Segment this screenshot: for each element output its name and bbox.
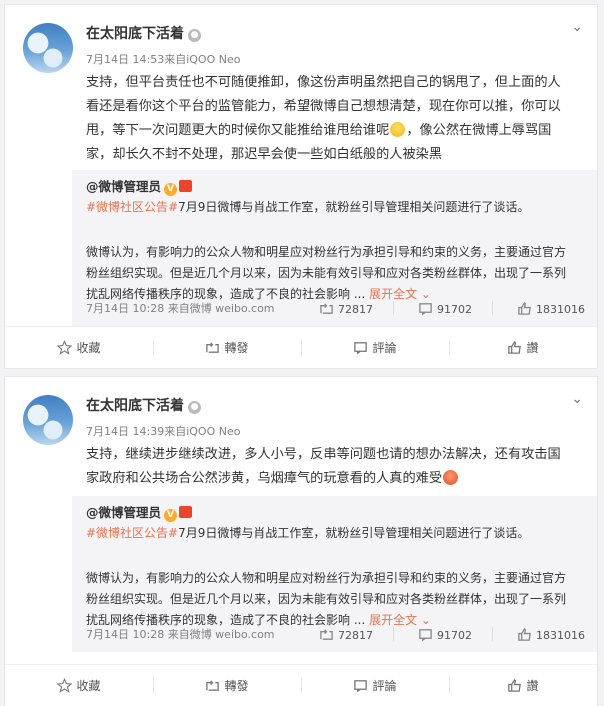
repost-count[interactable]: 72817 [319,627,373,642]
reposted-content[interactable]: @微博管理员 V #微博社区公告#7月9日微博与肖战工作室，就粉丝引导管理相关问题… [72,170,597,326]
chevron-down-icon[interactable]: ⌄ [571,19,583,35]
comment-icon [354,680,368,693]
thumbs-up-icon [518,627,531,641]
chevron-down-icon[interactable]: ⌄ [571,391,583,407]
repost-username[interactable]: @微博管理员 [86,179,161,194]
repost-count[interactable]: 72817 [319,301,373,316]
comment-icon [354,342,368,355]
post-time-source[interactable]: 7月14日 14:53来自iQOO Neo [86,51,240,67]
repost-body: 微博认为，有影响力的公众人物和明星应对粉丝行为承担引导和约束的义务，主要通过官方… [86,571,567,627]
share-icon [320,629,333,640]
smile-emoji-icon [390,122,406,137]
post-text: 支持，继续进步继续改进，多人小号，反串等问题也请的想办法解决，还有攻击国家政府和… [86,447,561,486]
topic-tag[interactable]: #微博社区公告# [86,200,178,214]
weibo-post: 在太阳底下活着 ● 7月14日 14:39来自iQOO Neo ⌄ 支持，继续进步… [4,376,598,706]
expand-full-text-link[interactable]: 展开全文 ⌄ [369,613,431,627]
like-count[interactable]: 1831016 [517,627,585,642]
post-actions: 收藏 轉發 評論 讚 [5,326,597,368]
repost-time-source[interactable]: 7月14日 10:28 来自微博 weibo.com [86,300,275,316]
repost-body: 微博认为，有影响力的公众人物和明星应对粉丝行为承担引导和约束的义务，主要通过官方… [86,245,567,301]
repost-time-source[interactable]: 7月14日 10:28 来自微博 weibo.com [86,626,275,642]
repost-headline: #微博社区公告#7月9日微博与肖战工作室，就粉丝引导管理相关问题进行了谈话。 [86,200,530,214]
star-icon [57,678,73,693]
username[interactable]: 在太阳底下活着 [86,398,184,414]
post-actions: 收藏 轉發 評論 讚 [5,664,597,706]
topic-tag[interactable]: #微博社区公告# [86,526,178,540]
star-icon [57,340,73,355]
post-text: 支持，但平台责任也不可随便推卸，像这份声明虽然把自己的锅甩了，但上面的人看还是看… [86,75,561,162]
repost-stats: 72817 91702 1831016 [295,301,585,316]
reposted-content[interactable]: @微博管理员 V #微博社区公告#7月9日微博与肖战工作室，就粉丝引导管理相关问题… [72,496,597,652]
thumbs-up-icon [518,301,531,315]
like-count[interactable]: 1831016 [517,301,585,316]
repost-username[interactable]: @微博管理员 [86,505,161,520]
member-badge-icon [179,506,193,518]
repost-stats: 72817 91702 1831016 [295,627,585,642]
comment-icon [419,629,432,642]
favorite-button[interactable]: 收藏 [5,665,153,706]
repost-headline: #微博社区公告#7月9日微博与肖战工作室，就粉丝引导管理相关问题进行了谈话。 [86,526,530,540]
share-icon [206,342,220,353]
favorite-button[interactable]: 收藏 [5,327,153,368]
avatar[interactable] [23,23,73,73]
thumbs-up-icon [508,678,522,692]
verified-icon: V [164,183,178,196]
user-level-icon: ● [188,401,201,414]
post-time-source[interactable]: 7月14日 14:39来自iQOO Neo [86,423,240,439]
comment-button[interactable]: 評論 [301,327,449,368]
repost-button[interactable]: 轉發 [153,665,301,706]
like-button[interactable]: 讚 [449,327,597,368]
avatar[interactable] [23,395,73,445]
comment-button[interactable]: 評論 [301,665,449,706]
weibo-post: 在太阳底下活着 ● 7月14日 14:53来自iQOO Neo ⌄ 支持，但平台责… [4,4,598,369]
verified-icon: V [164,509,178,522]
username[interactable]: 在太阳底下活着 [86,26,184,42]
share-icon [320,303,333,314]
comment-count[interactable]: 91702 [418,301,472,316]
angry-emoji-icon [443,470,459,485]
user-level-icon: ● [188,29,201,42]
repost-button[interactable]: 轉發 [153,327,301,368]
member-badge-icon [179,180,193,192]
comment-count[interactable]: 91702 [418,627,472,642]
like-button[interactable]: 讚 [449,665,597,706]
comment-icon [419,303,432,316]
thumbs-up-icon [508,340,522,354]
expand-full-text-link[interactable]: 展开全文 ⌄ [369,287,431,301]
share-icon [206,680,220,691]
